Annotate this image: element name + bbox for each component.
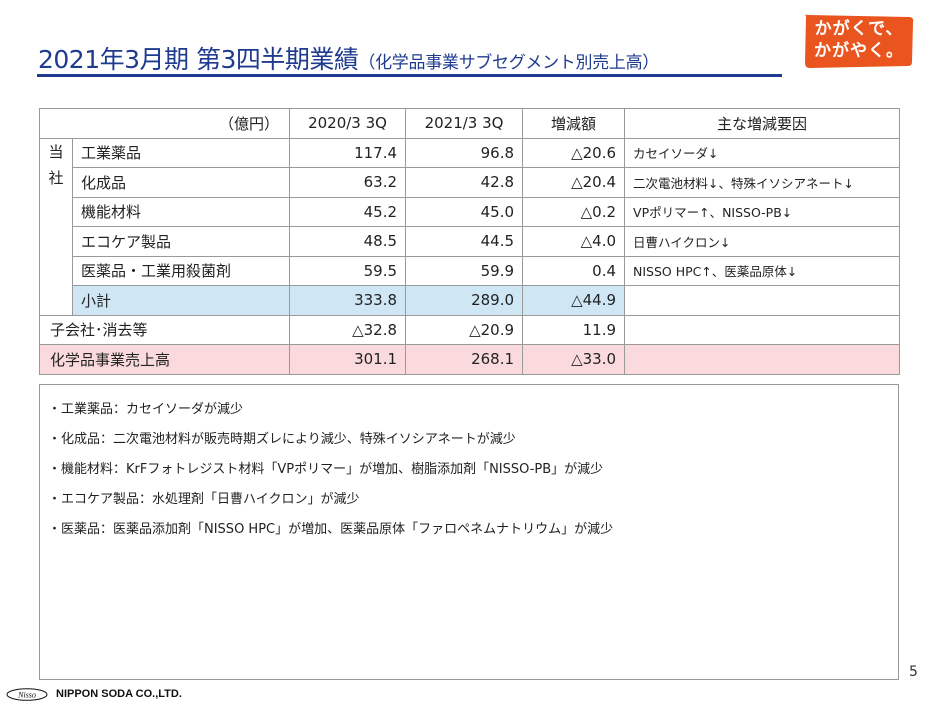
subtotal-factor bbox=[624, 285, 901, 316]
total-prev: 301.1 bbox=[289, 344, 407, 375]
total-factor bbox=[624, 344, 901, 375]
row-prev: 117.4 bbox=[289, 137, 407, 168]
slide-title: 2021年3月期 第3四半期業績（化学品事業サブセグメント別売上高） bbox=[38, 40, 798, 74]
subtotal-prev: 333.8 bbox=[289, 285, 407, 316]
row-prev: 59.5 bbox=[289, 255, 407, 286]
note-item: ・工業薬品：カセイソーダが減少 bbox=[48, 402, 244, 417]
header-factor: 主な増減要因 bbox=[624, 108, 901, 139]
table-row: 機能材料 45.2 45.0 △0.2 VPポリマー↑、NISSO-PB↓ bbox=[40, 196, 901, 227]
row-name: 機能材料 bbox=[71, 196, 291, 227]
subtotal-diff: △44.9 bbox=[522, 285, 626, 316]
row-factor: VPポリマー↑、NISSO-PB↓ bbox=[624, 196, 901, 227]
title-sub: （化学品事業サブセグメント別売上高） bbox=[358, 53, 659, 73]
subsidiaries-row: 子会社･消去等 △32.8 △20.9 11.9 bbox=[38, 314, 901, 345]
subtotal-name: 小計 bbox=[71, 285, 291, 316]
subsidiaries-prev: △32.8 bbox=[289, 314, 407, 345]
row-factor: 二次電池材料↓、特殊イソシアネート↓ bbox=[624, 167, 901, 198]
row-name: 工業薬品 bbox=[71, 137, 291, 168]
row-diff: 0.4 bbox=[522, 255, 626, 286]
row-factor: NISSO HPC↑、医薬品原体↓ bbox=[624, 255, 901, 286]
subtotal-curr: 289.0 bbox=[405, 285, 524, 316]
row-factor: カセイソーダ↓ bbox=[624, 137, 901, 168]
note-item: ・エコケア製品：水処理剤「日曹ハイクロン」が減少 bbox=[48, 492, 360, 507]
svg-text:Nisso: Nisso bbox=[17, 691, 36, 700]
row-prev: 63.2 bbox=[289, 167, 407, 198]
table-row: 医薬品・工業用殺菌剤 59.5 59.9 0.4 NISSO HPC↑、医薬品原… bbox=[40, 255, 901, 286]
total-name: 化学品事業売上高 bbox=[38, 344, 291, 375]
row-curr: 45.0 bbox=[405, 196, 524, 227]
logo-line-2: かがやく。 bbox=[814, 41, 904, 61]
group-label-company: 当 社 bbox=[39, 137, 73, 316]
group-label-char-2: 社 bbox=[48, 168, 64, 187]
note-item: ・機能材料：KrFフォトレジスト材料「VPポリマー」が増加、樹脂添加剤「NISS… bbox=[48, 462, 604, 477]
header-prev-year: 2020/3 3Q bbox=[289, 108, 407, 139]
row-name: 化成品 bbox=[71, 167, 291, 198]
header-unit: （億円） bbox=[38, 108, 291, 139]
row-diff: △20.6 bbox=[522, 137, 626, 168]
subtotal-row: 小計 333.8 289.0 △44.9 bbox=[40, 285, 901, 316]
page-number: 5 bbox=[909, 664, 918, 680]
table-row: 化成品 63.2 42.8 △20.4 二次電池材料↓、特殊イソシアネート↓ bbox=[40, 167, 901, 198]
title-underline bbox=[37, 74, 782, 77]
logo-line-1: かがくで、 bbox=[814, 19, 904, 39]
header-curr-year: 2021/3 3Q bbox=[405, 108, 524, 139]
total-row: 化学品事業売上高 301.1 268.1 △33.0 bbox=[38, 344, 901, 375]
header-diff: 増減額 bbox=[522, 108, 626, 139]
row-curr: 96.8 bbox=[405, 137, 524, 168]
row-diff: △0.2 bbox=[522, 196, 626, 227]
row-name: エコケア製品 bbox=[71, 226, 291, 257]
note-item: ・化成品：二次電池材料が販売時期ズレにより減少、特殊イソシアネートが減少 bbox=[48, 432, 516, 447]
row-diff: △4.0 bbox=[522, 226, 626, 257]
total-curr: 268.1 bbox=[405, 344, 524, 375]
row-factor: 日曹ハイクロン↓ bbox=[624, 226, 901, 257]
table-row: 当 社 工業薬品 117.4 96.8 △20.6 カセイソーダ↓ bbox=[39, 137, 901, 316]
group-label-char-1: 当 bbox=[48, 142, 64, 161]
row-curr: 59.9 bbox=[405, 255, 524, 286]
row-curr: 42.8 bbox=[405, 167, 524, 198]
notes-box: ・工業薬品：カセイソーダが減少 ・化成品：二次電池材料が販売時期ズレにより減少、… bbox=[39, 384, 899, 680]
subsidiaries-curr: △20.9 bbox=[405, 314, 524, 345]
note-item: ・医薬品：医薬品添加剤「NISSO HPC」が増加、医薬品原体「ファロペネムナト… bbox=[48, 522, 614, 537]
row-diff: △20.4 bbox=[522, 167, 626, 198]
company-name: NIPPON SODA CO.,LTD. bbox=[56, 688, 182, 700]
row-prev: 45.2 bbox=[289, 196, 407, 227]
row-curr: 44.5 bbox=[405, 226, 524, 257]
row-name: 医薬品・工業用殺菌剤 bbox=[71, 255, 291, 286]
sales-table: （億円） 2020/3 3Q 2021/3 3Q 増減額 主な増減要因 当 社 … bbox=[38, 108, 901, 375]
row-prev: 48.5 bbox=[289, 226, 407, 257]
nisso-logo-icon: Nisso bbox=[6, 688, 48, 701]
total-diff: △33.0 bbox=[522, 344, 626, 375]
title-main: 2021年3月期 第3四半期業績 bbox=[38, 45, 359, 74]
brand-logo: かがくで、 かがやく。 bbox=[802, 12, 916, 72]
table-row: エコケア製品 48.5 44.5 △4.0 日曹ハイクロン↓ bbox=[40, 226, 901, 257]
subsidiaries-diff: 11.9 bbox=[522, 314, 626, 345]
subsidiaries-name: 子会社･消去等 bbox=[38, 314, 291, 345]
table-header-row: （億円） 2020/3 3Q 2021/3 3Q 増減額 主な増減要因 bbox=[38, 108, 901, 139]
subsidiaries-factor bbox=[624, 314, 901, 345]
